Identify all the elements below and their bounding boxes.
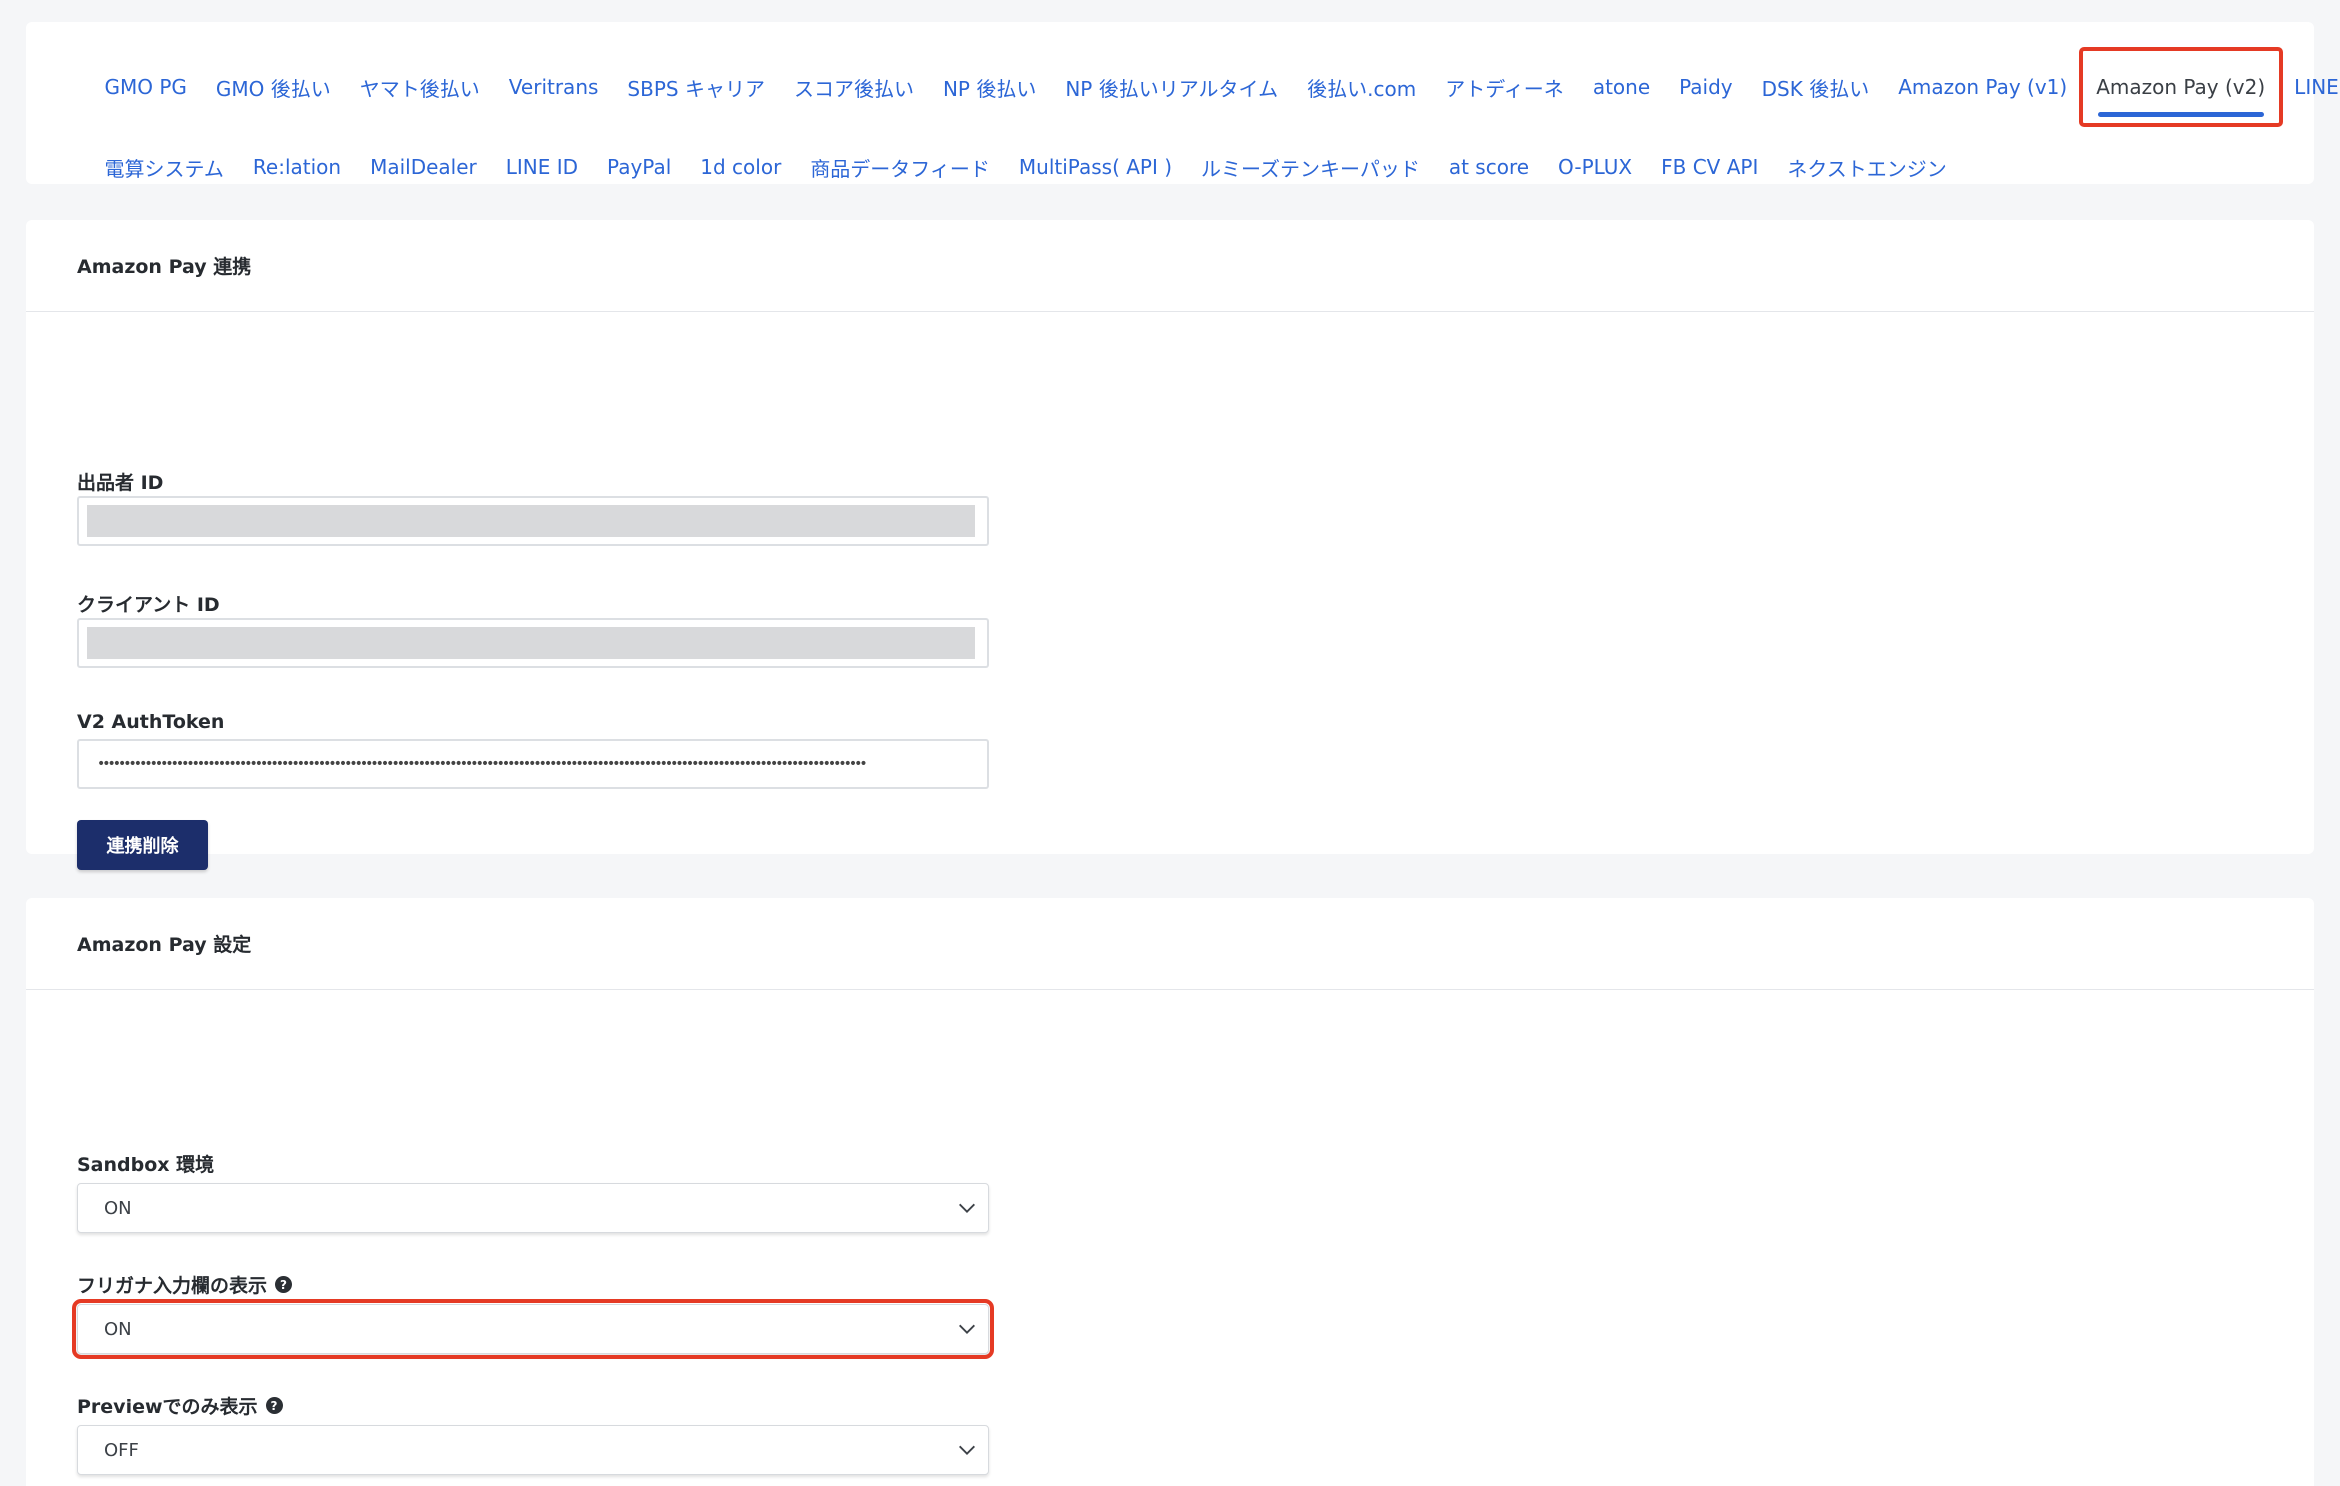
seller-id-label-text: 出品者 ID [77,472,164,494]
auth-token-field[interactable]: ••••••••••••••••••••••••••••••••••••••••… [77,739,989,789]
tab-row1-4[interactable]: SBPS キャリア [613,50,780,124]
help-icon[interactable]: ? [265,1397,283,1414]
redacted-value [87,627,975,659]
tab-label: ネクストエンジン [1787,156,1947,181]
tab-row2-9[interactable]: at score [1434,130,1543,204]
seller-id-label: 出品者 ID [77,468,163,495]
tab-row2-10[interactable]: O-PLUX [1544,130,1647,204]
tab-label: LINE ID [505,155,579,179]
tab-row1-3[interactable]: Veritrans [494,50,613,124]
sandbox-label: Sandbox 環境 [77,1150,214,1177]
tab-row2-12[interactable]: ネクストエンジン [1773,130,1961,204]
tab-label: GMO 後払い [215,76,331,101]
sandbox-label-text: Sandbox 環境 [77,1154,215,1176]
tab-row1-12[interactable]: DSK 後払い [1747,50,1884,124]
tab-label: NP 後払い [942,76,1037,101]
tab-label: 後払い.com [1307,76,1417,101]
tab-label: 1d color [700,155,782,179]
client-id-label: クライアント ID [77,590,220,617]
furigana-label: フリガナ入力欄の表示 ? [77,1271,293,1298]
tab-row2-6[interactable]: 商品データフィード [796,130,1005,204]
tab-label: Paidy [1679,75,1733,99]
preview-select[interactable]: OFF [77,1425,989,1475]
furigana-label-text: フリガナ入力欄の表示 [77,1275,268,1297]
tab-row2-2[interactable]: MailDealer [356,130,492,204]
tab-label: MailDealer [370,155,477,179]
tab-row2-3[interactable]: LINE ID [491,130,592,204]
furigana-select[interactable]: ON [72,1299,994,1359]
tab-label: Veritrans [508,75,599,99]
tab-row2-4[interactable]: PayPal [593,130,686,204]
tab-label: MultiPass( API ) [1018,155,1173,179]
furigana-selected-value: ON [104,1318,132,1340]
auth-token-label: V2 AuthToken [77,711,224,733]
tab-label: ルミーズテンキーパッド [1201,156,1420,181]
section-title: Amazon Pay 設定 [26,898,2314,990]
tab-label: 電算システム [104,156,224,181]
tab-label: FB CV API [1661,155,1759,179]
active-tab-indicator [2097,112,2264,117]
tab-row-1: GMO PG GMO 後払い ヤマト後払い Veritrans SBPS キャリア スコア… [90,47,2340,127]
tab-label: NP 後払いリアルタイム [1065,76,1279,101]
tab-row2-1[interactable]: Re:lation [238,130,355,204]
seller-id-field[interactable] [77,496,989,546]
tab-row2-7[interactable]: MultiPass( API ) [1004,130,1186,204]
tab-label: atone [1592,75,1651,99]
tab-label: Amazon Pay (v2) [2096,75,2266,99]
tab-row1-9[interactable]: アトディーネ [1431,50,1579,124]
tab-label: SBPS キャリア [627,76,765,101]
tab-row1-15[interactable]: LINE Pay [2280,50,2340,124]
tab-row2-0[interactable]: 電算システム [90,130,238,204]
tab-row2-11[interactable]: FB CV API [1647,130,1773,204]
tab-row1-2[interactable]: ヤマト後払い [345,50,494,124]
tab-label: ヤマト後払い [359,76,480,101]
integration-tabs-card: GMO PG GMO 後払い ヤマト後払い Veritrans SBPS キャリア スコア… [26,22,2340,184]
tab-label: アトディーネ [1445,76,1564,101]
tab-row1-6[interactable]: NP 後払い [928,50,1050,124]
tab-label: GMO PG [104,75,187,99]
tab-row1-8[interactable]: 後払い.com [1293,50,1431,124]
preview-label-text: Previewでのみ表示 [77,1396,258,1418]
tab-row1-1[interactable]: GMO 後払い [201,50,345,124]
tab-row2-5[interactable]: 1d color [686,130,796,204]
tab-row1-7[interactable]: NP 後払いリアルタイム [1051,50,1293,124]
preview-label: Previewでのみ表示 ? [77,1392,283,1419]
chevron-down-icon [959,1203,975,1213]
tab-label: PayPal [607,155,672,179]
tab-label: at score [1448,155,1530,179]
amazon-pay-link-card: Amazon Pay 連携 出品者 ID クライアント ID V2 AuthTo… [26,220,2314,870]
tab-row1-0[interactable]: GMO PG [90,50,201,124]
section-title: Amazon Pay 連携 [26,220,2314,312]
tab-row-2: 電算システム Re:lation MailDealer LINE ID PayPal 1d… [90,130,1961,204]
tab-label: Re:lation [252,155,342,179]
tab-label: Amazon Pay (v1) [1898,75,2068,99]
sandbox-selected-value: ON [104,1197,132,1219]
tab-row1-5[interactable]: スコア後払い [779,50,928,124]
delete-link-button[interactable]: 連携削除 [77,820,208,870]
tab-label: O-PLUX [1558,155,1633,179]
sandbox-select[interactable]: ON [77,1183,989,1233]
tab-row2-8[interactable]: ルミーズテンキーパッド [1187,130,1435,204]
tab-row1-11[interactable]: Paidy [1665,50,1748,124]
tab-row1-13[interactable]: Amazon Pay (v1) [1884,50,2082,124]
chevron-down-icon [959,1324,975,1334]
redacted-value [87,505,975,537]
tab-row1-10[interactable]: atone [1578,50,1664,124]
auth-token-label-text: V2 AuthToken [77,711,225,733]
tab-label: DSK 後払い [1761,76,1870,101]
tab-label: LINE Pay [2294,75,2340,99]
auth-token-value: ••••••••••••••••••••••••••••••••••••••••… [97,756,868,772]
tab-label: 商品データフィード [810,156,990,181]
chevron-down-icon [959,1445,975,1455]
help-icon[interactable]: ? [275,1276,293,1293]
amazon-pay-settings-card: Amazon Pay 設定 Sandbox 環境 ON フリガナ入力欄の表示 ?… [26,898,2314,1486]
client-id-field[interactable] [77,618,989,668]
tab-row1-14-active[interactable]: Amazon Pay (v2) [2078,47,2283,127]
client-id-label-text: クライアント ID [77,594,220,616]
preview-selected-value: OFF [104,1439,139,1461]
tab-label: スコア後払い [793,76,914,101]
